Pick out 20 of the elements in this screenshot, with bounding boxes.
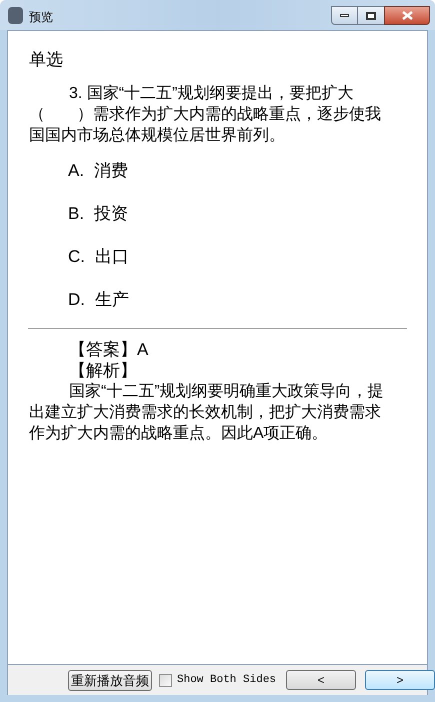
close-button[interactable] xyxy=(384,6,430,25)
checkbox[interactable] xyxy=(159,674,172,686)
next-button[interactable]: > xyxy=(365,670,435,690)
answer-option[interactable]: A. 消费 xyxy=(68,160,427,181)
maximize-button[interactable] xyxy=(358,6,384,25)
minimize-button[interactable] xyxy=(331,6,358,25)
checkbox-label: Show Both Sides xyxy=(177,672,276,688)
question-type: 单选 xyxy=(29,49,64,70)
app-icon xyxy=(8,7,23,24)
answer-option[interactable]: B. 投资 xyxy=(68,203,427,224)
replay-audio-button[interactable]: 重新播放音频 xyxy=(68,670,152,690)
window-title: 预览 xyxy=(29,9,53,26)
question-text: 3. 国家“十二五”规划纲要提出，要把扩大（ ）需求作为扩大内需的战略重点，逐步使我国国内市场总体规模位居世界前列。 xyxy=(29,84,382,146)
answer-line: 【答案】A xyxy=(69,339,150,360)
previous-button[interactable]: < xyxy=(286,670,356,690)
analysis-heading: 【解析】 xyxy=(69,360,138,381)
answer-option[interactable]: D. 生产 xyxy=(68,289,427,310)
analysis-text: 国家“十二五”规划纲要明确重大政策导向，提出建立扩大消费需求的长效机制，把扩大消费需求作为扩大内需的战略重点。因此A项正确。 xyxy=(29,382,385,444)
close-icon xyxy=(402,11,412,20)
answer-option[interactable]: C. 出口 xyxy=(68,246,427,267)
